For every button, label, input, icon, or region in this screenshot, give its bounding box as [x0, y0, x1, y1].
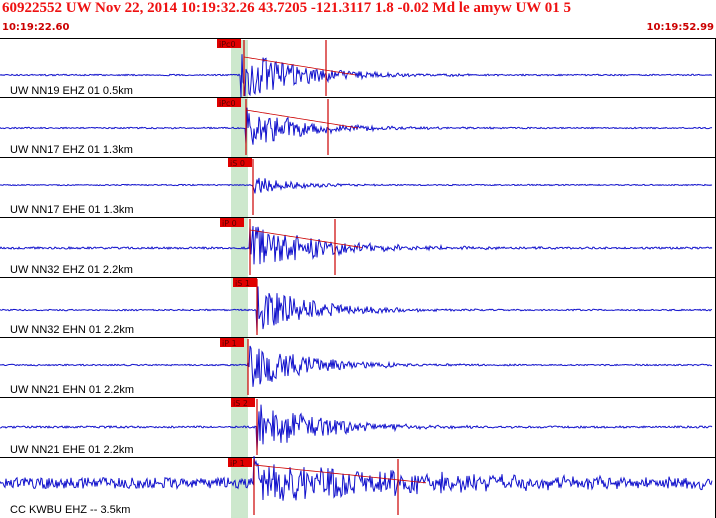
- pick-label: iP 1: [230, 459, 245, 468]
- channel-5[interactable]: iS 1 UW NN32 EHN 01 2.2km: [0, 277, 716, 337]
- station-label: UW NN32 EHN 01 2.2km: [10, 324, 134, 336]
- pick-label: iP 1: [222, 339, 237, 348]
- station-label: CC KWBU EHZ -- 3.5km: [10, 504, 130, 516]
- waveform-trace: [0, 107, 713, 145]
- waveform-trace: [0, 455, 713, 501]
- pick-label: iPc0: [219, 99, 236, 108]
- station-label: UW NN21 EHN 01 2.2km: [10, 384, 134, 396]
- pick-label: iS 0: [230, 159, 245, 168]
- coda-envelope: [243, 56, 357, 76]
- channel-7[interactable]: iS 2 UW NN21 EHE 01 2.2km: [0, 397, 716, 457]
- station-label: UW NN17 EHE 01 1.3km: [10, 204, 133, 216]
- station-label: UW NN17 EHZ 01 1.3km: [10, 144, 133, 156]
- coda-envelope: [245, 109, 359, 129]
- channel-6[interactable]: iP 1 UW NN21 EHN 01 2.2km: [0, 337, 716, 397]
- channel-2[interactable]: iPc0 UW NN17 EHZ 01 1.3km: [0, 97, 716, 157]
- station-label: UW NN21 EHE 01 2.2km: [10, 444, 133, 456]
- pick-label: iPc0: [219, 40, 236, 49]
- waveform-trace: [0, 177, 713, 194]
- waveform-trace: [0, 225, 713, 265]
- channel-4[interactable]: iP 0 UW NN32 EHZ 01 2.2km: [0, 217, 716, 277]
- pick-label: iS 2: [233, 399, 248, 408]
- waveform-trace: [0, 345, 713, 387]
- channel-1[interactable]: iPc0 UW NN19 EHZ 01 0.5km: [0, 39, 713, 98]
- seismogram-panel[interactable]: iPc0 UW NN19 EHZ 01 0.5km iPc0 UW NN17 EHZ …: [0, 0, 716, 518]
- pick-label: iP 0: [222, 219, 237, 228]
- station-label: UW NN19 EHZ 01 0.5km: [10, 85, 133, 97]
- channel-3[interactable]: iS 0 UW NN17 EHE 01 1.3km: [0, 157, 716, 217]
- channel-8[interactable]: iP 1 CC KWBU EHZ -- 3.5km: [0, 455, 716, 516]
- coda-envelope: [253, 464, 427, 484]
- pick-label: iS 1: [235, 279, 250, 288]
- station-label: UW NN32 EHZ 01 2.2km: [10, 264, 133, 276]
